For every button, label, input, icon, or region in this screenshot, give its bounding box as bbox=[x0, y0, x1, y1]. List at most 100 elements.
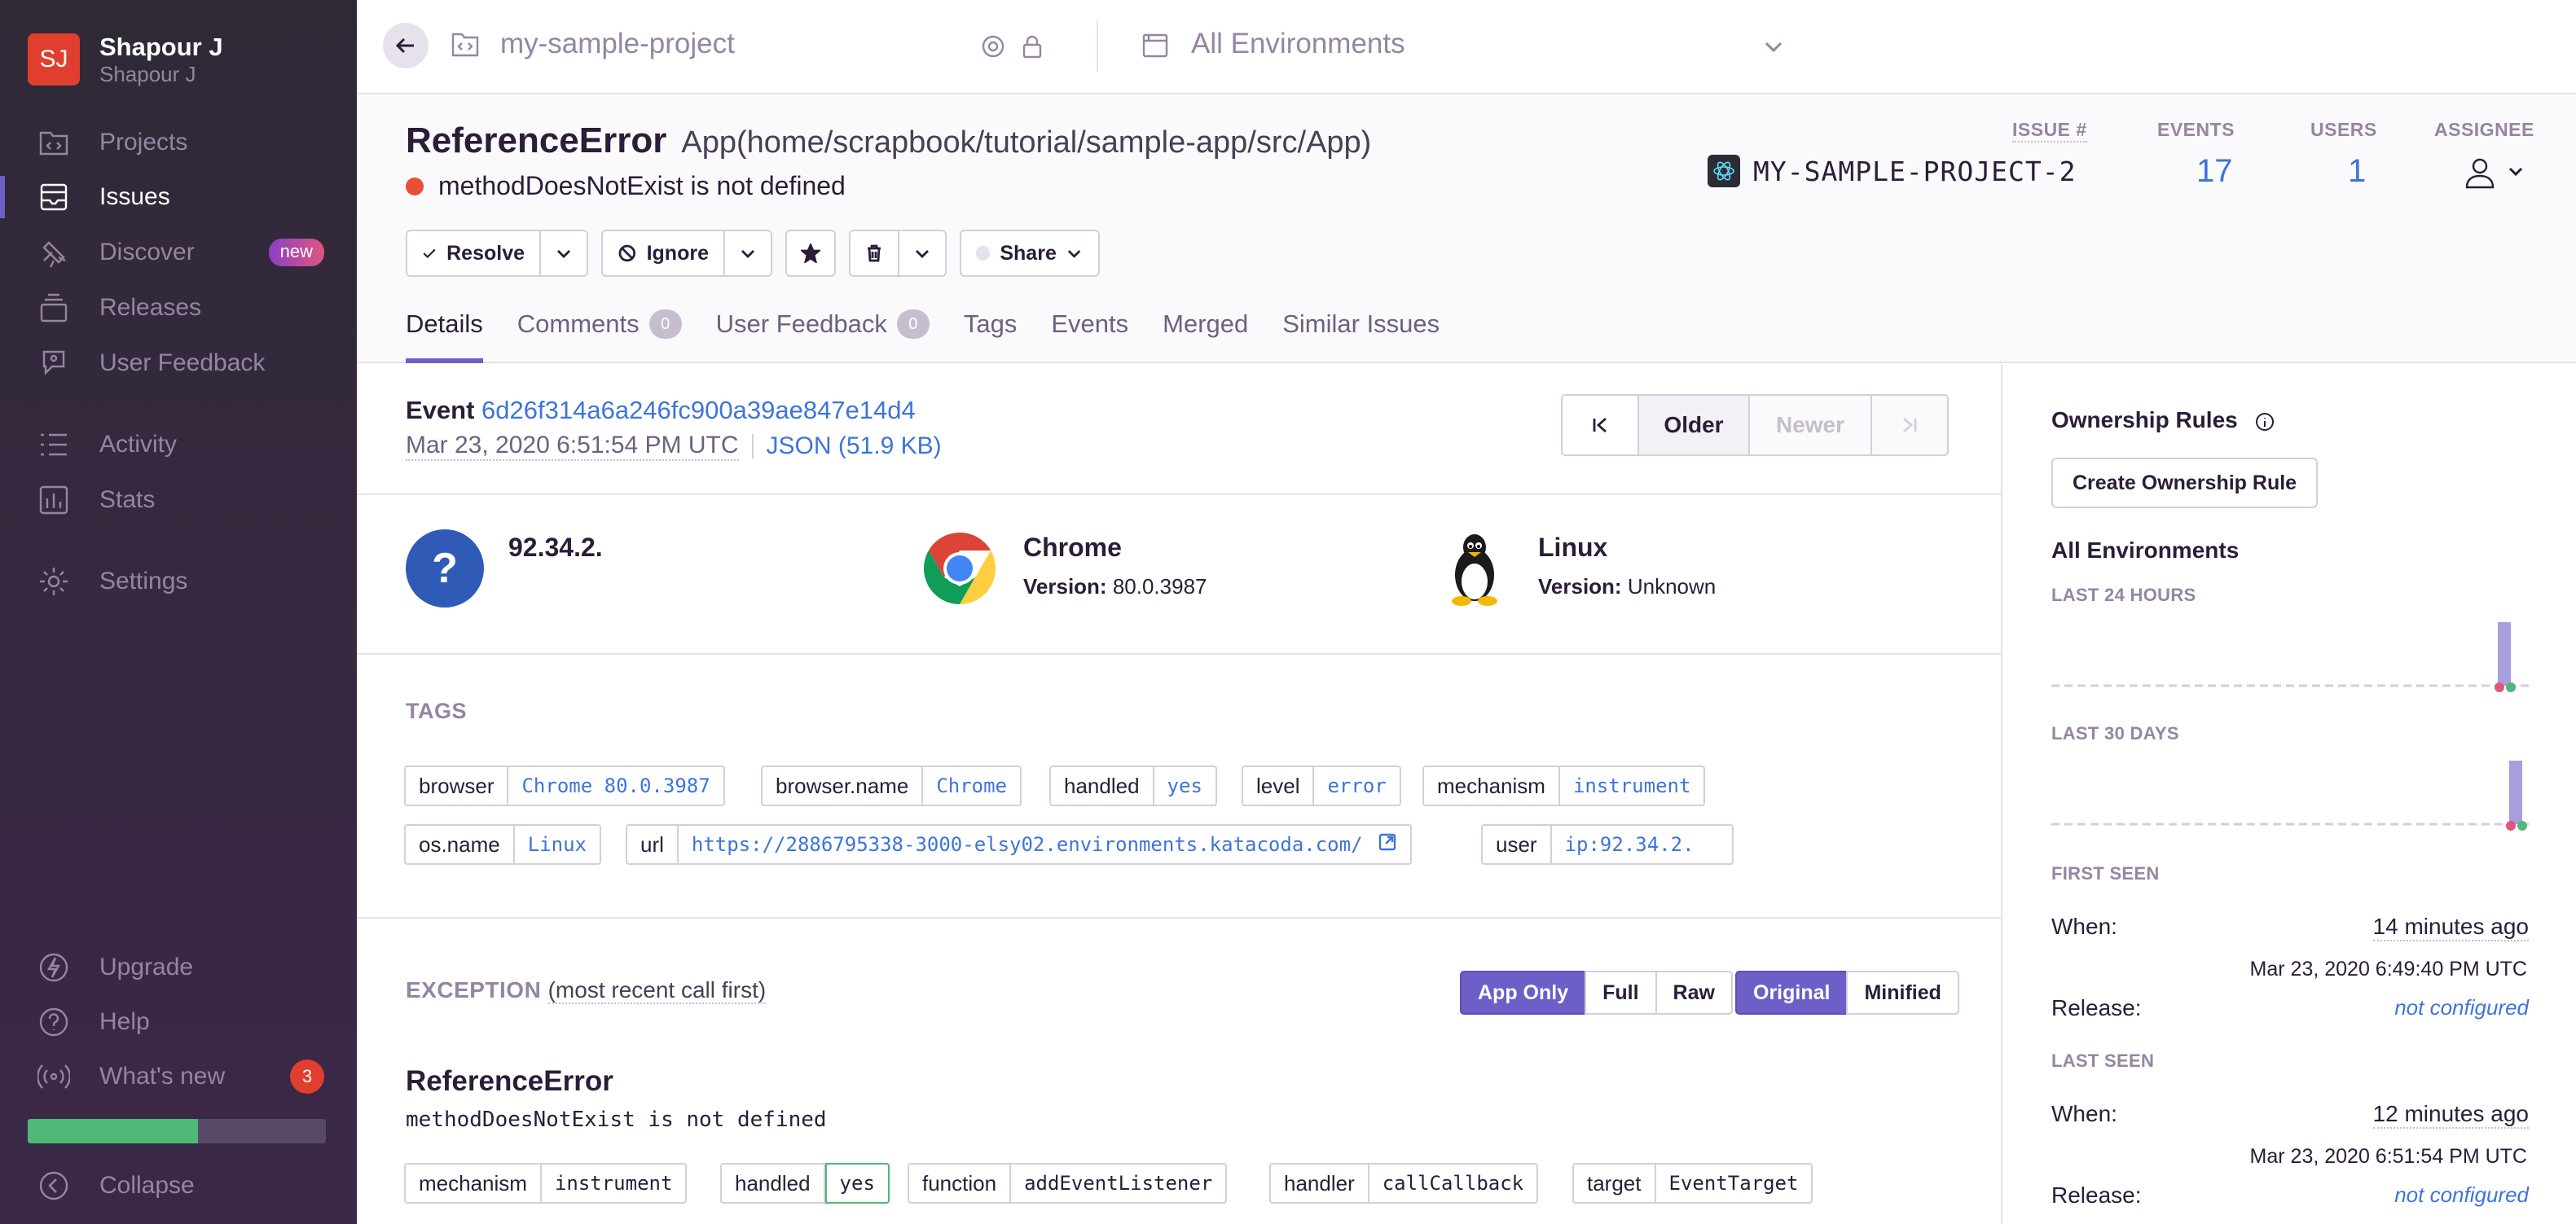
divider bbox=[357, 917, 2001, 919]
tag-pill[interactable]: mechanism instrument bbox=[1422, 766, 1706, 806]
assignee-selector[interactable] bbox=[2462, 155, 2525, 191]
tab-comments[interactable]: Comments 0 bbox=[517, 305, 682, 363]
org-name: Shapour J bbox=[99, 33, 223, 61]
release-marker bbox=[2517, 821, 2527, 831]
last-24-hours-label: LAST 24 HOURS bbox=[2051, 585, 2196, 605]
lock-icon[interactable] bbox=[1018, 33, 1046, 64]
sidebar-item-projects[interactable]: Projects bbox=[0, 116, 357, 169]
last-30-days-label: LAST 30 DAYS bbox=[2051, 723, 2179, 744]
resolve-button[interactable]: Resolve bbox=[406, 230, 541, 277]
skip-first-icon bbox=[1593, 417, 1607, 433]
error-level-indicator bbox=[406, 177, 424, 195]
chrome-icon bbox=[921, 529, 999, 608]
full-toggle[interactable]: Full bbox=[1585, 971, 1657, 1015]
resolve-dropdown-button[interactable] bbox=[541, 230, 588, 277]
tab-user-feedback[interactable]: User Feedback 0 bbox=[716, 305, 930, 363]
app-root: SJ Shapour J Shapour J Projects Issues D… bbox=[0, 0, 2576, 1224]
minified-toggle[interactable]: Minified bbox=[1846, 971, 1959, 1015]
tag-pill[interactable]: os.name Linux bbox=[404, 824, 601, 865]
tag-pill[interactable]: handled yes bbox=[1049, 766, 1217, 806]
divider bbox=[751, 434, 754, 458]
chevron-down-icon bbox=[557, 250, 570, 258]
release-marker bbox=[2495, 682, 2504, 692]
sidebar-item-label: Issues bbox=[99, 183, 170, 210]
users-count[interactable]: 1 bbox=[2348, 153, 2366, 190]
ignore-dropdown-button[interactable] bbox=[725, 230, 772, 277]
stats-icon bbox=[36, 482, 72, 518]
ignore-button[interactable]: Ignore bbox=[601, 230, 725, 277]
sidebar-item-settings[interactable]: Settings bbox=[0, 555, 357, 608]
external-link-icon[interactable] bbox=[1363, 832, 1397, 857]
issue-message: methodDoesNotExist is not defined bbox=[406, 171, 846, 201]
project-selector[interactable]: my-sample-project bbox=[500, 28, 735, 60]
last-24-hours-chart[interactable] bbox=[2051, 619, 2532, 697]
skip-last-icon bbox=[1903, 417, 1917, 433]
issue-type: ReferenceError bbox=[406, 121, 667, 160]
sidebar-item-whats-new[interactable]: What's new 3 bbox=[0, 1051, 357, 1103]
org-switcher[interactable]: SJ Shapour J Shapour J bbox=[28, 33, 223, 86]
browser-context: Chrome Version: 80.0.3987 bbox=[921, 529, 1207, 608]
tag-key: browser.name bbox=[763, 767, 924, 805]
sidebar-item-upgrade[interactable]: Upgrade bbox=[0, 941, 357, 994]
tab-similar-issues[interactable]: Similar Issues bbox=[1282, 305, 1440, 363]
user-icon bbox=[2465, 158, 2495, 189]
sidebar-item-label: User Feedback bbox=[99, 349, 266, 376]
sidebar-item-stats[interactable]: Stats bbox=[0, 474, 357, 526]
newest-event-button[interactable] bbox=[1870, 394, 1949, 456]
chart-bar bbox=[2498, 622, 2511, 686]
newer-event-button[interactable]: Newer bbox=[1748, 394, 1872, 456]
when-label: When: bbox=[2051, 914, 2117, 939]
last-seen-release-value[interactable]: not configured bbox=[2394, 1182, 2529, 1208]
tag-pill[interactable]: level error bbox=[1242, 766, 1401, 806]
sidebar-item-label: Settings bbox=[99, 568, 188, 594]
trash-icon bbox=[868, 244, 881, 262]
tab-merged[interactable]: Merged bbox=[1163, 305, 1248, 363]
older-event-button[interactable]: Older bbox=[1637, 394, 1750, 456]
delete-button[interactable] bbox=[849, 230, 899, 277]
back-button[interactable] bbox=[383, 23, 429, 68]
mechanism-pill: handler callCallback bbox=[1269, 1163, 1539, 1204]
mechanism-value: addEventListener bbox=[1024, 1172, 1213, 1195]
last-seen-relative: 12 minutes ago bbox=[2372, 1101, 2529, 1129]
delete-dropdown-button[interactable] bbox=[899, 230, 947, 277]
tab-details[interactable]: Details bbox=[406, 305, 483, 363]
raw-toggle[interactable]: Raw bbox=[1655, 971, 1733, 1015]
issue-sidebar: Ownership Rules Create Ownership Rule Al… bbox=[2001, 365, 2576, 1224]
first-seen-release-value[interactable]: not configured bbox=[2394, 995, 2529, 1020]
browser-version: 80.0.3987 bbox=[1112, 574, 1207, 599]
tag-pill[interactable]: url https://2886795338-3000-elsy02.enviro… bbox=[626, 824, 1412, 865]
onboarding-progress-bar[interactable] bbox=[28, 1119, 326, 1143]
tab-tags[interactable]: Tags bbox=[964, 305, 1017, 363]
tag-pill[interactable]: user ip:92.34.2. bbox=[1481, 824, 1734, 865]
sidebar-item-releases[interactable]: Releases bbox=[0, 282, 357, 334]
tag-value: yes bbox=[1167, 774, 1202, 797]
tab-events[interactable]: Events bbox=[1051, 305, 1128, 363]
discover-icon bbox=[36, 235, 72, 270]
environment-selector[interactable]: All Environments bbox=[1191, 28, 1405, 60]
sidebar-item-issues[interactable]: Issues bbox=[0, 171, 357, 223]
original-toggle[interactable]: Original bbox=[1735, 971, 1848, 1015]
when-label: When: bbox=[2051, 1101, 2117, 1126]
sidebar-item-discover[interactable]: Discover new bbox=[0, 226, 357, 279]
info-icon[interactable] bbox=[2254, 411, 2275, 432]
star-icon bbox=[801, 243, 820, 263]
event-json-link[interactable]: JSON (51.9 KB) bbox=[767, 432, 942, 460]
create-ownership-rule-button[interactable]: Create Ownership Rule bbox=[2051, 458, 2319, 508]
tag-pill[interactable]: browser Chrome 80.0.3987 bbox=[404, 766, 725, 806]
oldest-event-button[interactable] bbox=[1561, 394, 1639, 456]
first-seen-date: Mar 23, 2020 6:49:40 PM UTC bbox=[2249, 958, 2527, 981]
last-30-days-chart[interactable] bbox=[2051, 757, 2532, 836]
event-id-link[interactable]: 6d26f314a6a246fc900a39ae847e14d4 bbox=[481, 396, 916, 424]
chevron-down-icon[interactable] bbox=[1761, 34, 1786, 63]
gear-icon[interactable] bbox=[979, 33, 1007, 64]
bookmark-button[interactable] bbox=[785, 230, 836, 277]
events-label: EVENTS bbox=[2157, 119, 2235, 140]
events-count[interactable]: 17 bbox=[2196, 153, 2233, 190]
sidebar-item-collapse[interactable]: Collapse bbox=[0, 1160, 357, 1212]
app-only-toggle[interactable]: App Only bbox=[1460, 971, 1587, 1015]
tag-pill[interactable]: browser.name Chrome bbox=[761, 766, 1022, 806]
share-button[interactable]: Share bbox=[960, 230, 1100, 277]
sidebar-item-activity[interactable]: Activity bbox=[0, 419, 357, 471]
sidebar-item-user-feedback[interactable]: User Feedback bbox=[0, 337, 357, 389]
sidebar-item-help[interactable]: Help bbox=[0, 996, 357, 1048]
